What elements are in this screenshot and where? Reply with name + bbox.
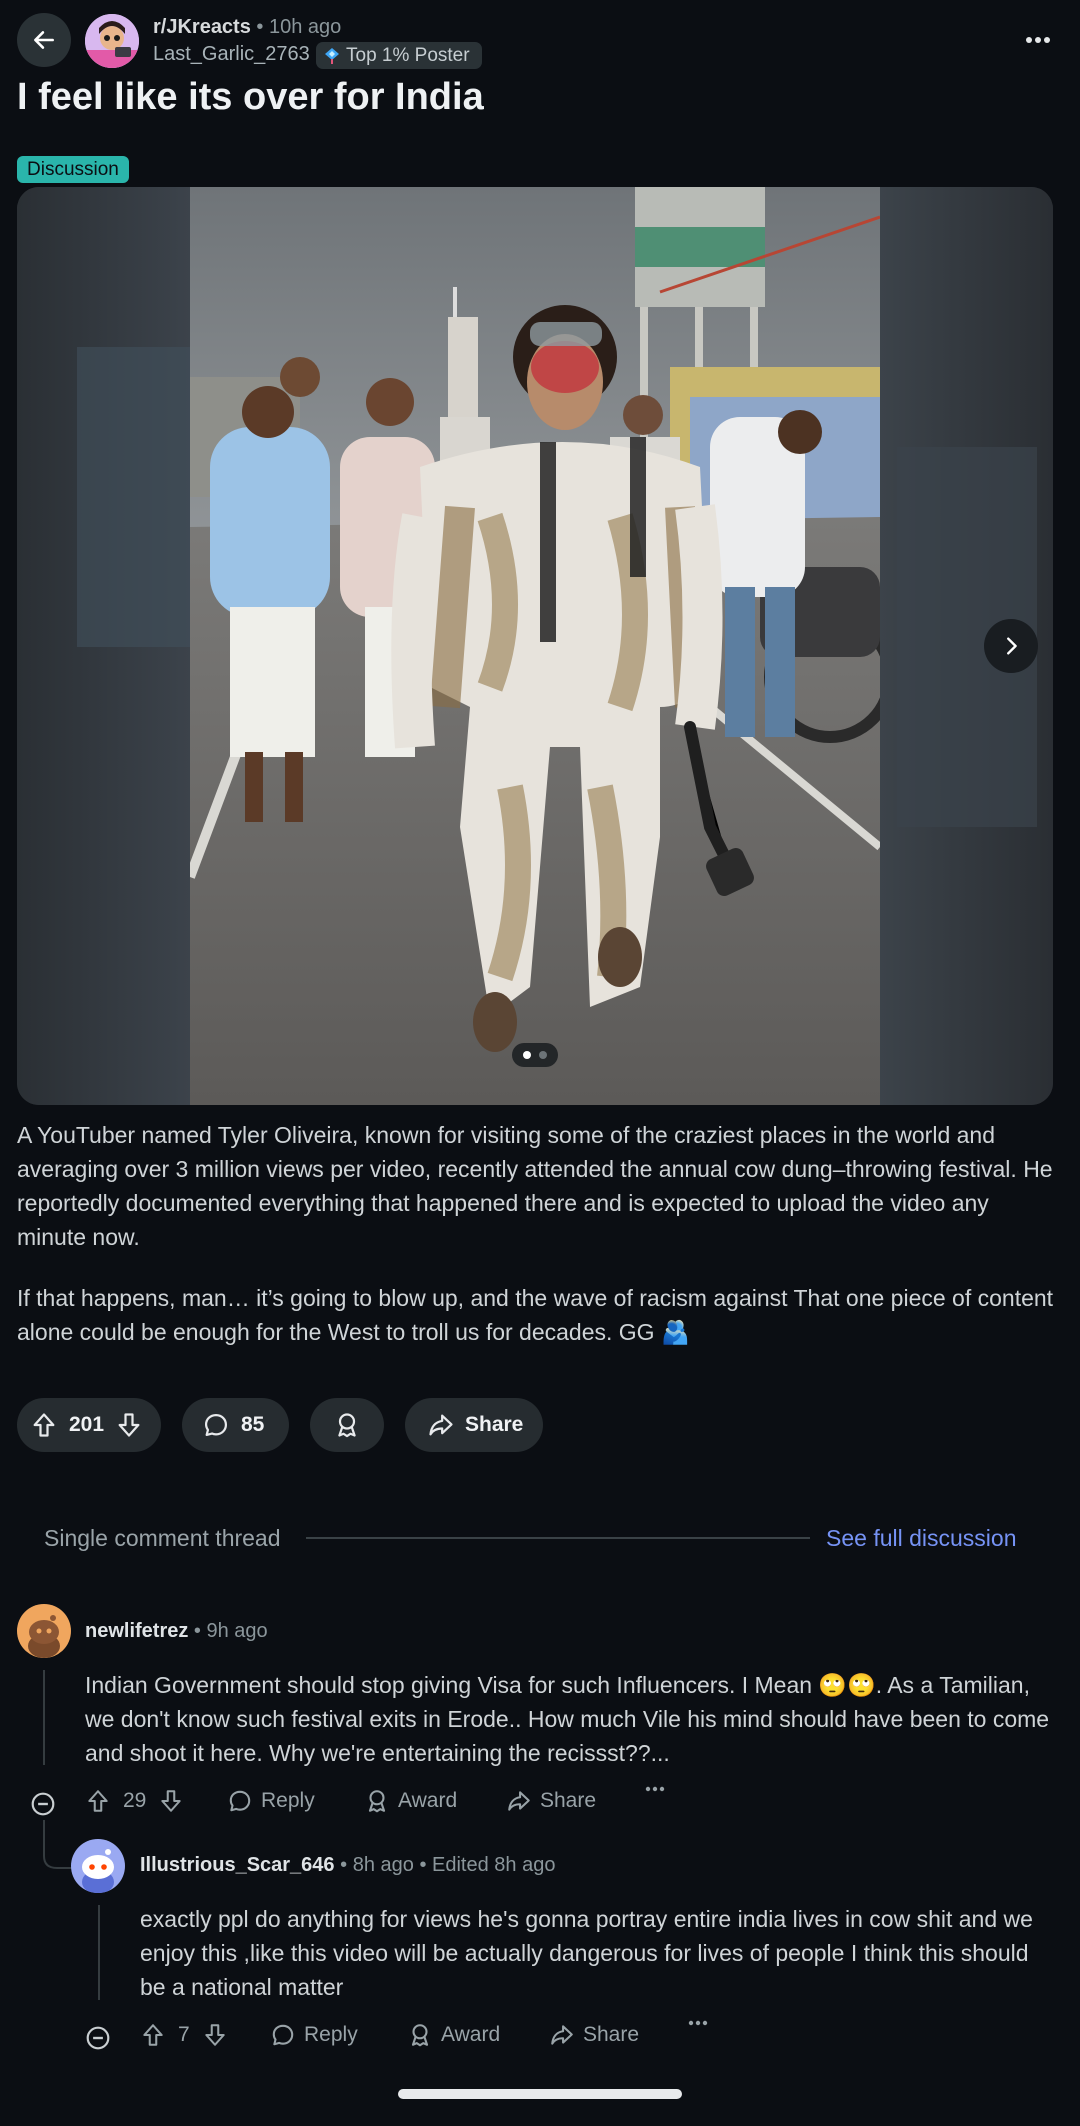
share-button[interactable]: Share: [405, 1398, 543, 1452]
collapse-button[interactable]: [30, 1791, 56, 1817]
downvote-button[interactable]: [158, 1788, 184, 1814]
collapse-button[interactable]: [85, 2025, 111, 2051]
thread-branch: [43, 1848, 73, 1869]
comment-icon: [204, 1413, 228, 1437]
thread-line: [43, 1670, 45, 1765]
award-icon: [368, 1790, 386, 1813]
comment-body: Indian Government should stop giving Vis…: [85, 1672, 1050, 1766]
user-flair: Top 1% Poster: [316, 42, 482, 69]
subreddit-line[interactable]: r/JKreacts • 10h ago: [153, 16, 341, 39]
award-button[interactable]: Award: [407, 2022, 500, 2048]
thread-line: [43, 1820, 45, 1850]
comment-vote-count: 29: [123, 1789, 147, 1812]
more-icon: [1026, 37, 1050, 43]
upvote-button[interactable]: [140, 2022, 166, 2048]
subreddit-name[interactable]: r/JKreacts: [153, 16, 251, 38]
top-poster-icon: [325, 47, 339, 64]
upvote-button[interactable]: [85, 1788, 111, 1814]
downvote-icon: [204, 2024, 225, 2046]
reply-button[interactable]: Reply: [227, 1788, 315, 1814]
comment-username[interactable]: Illustrious_Scar_646: [140, 1854, 335, 1876]
comment-time: 8h ago: [352, 1854, 414, 1876]
separator-dot: •: [193, 1620, 201, 1642]
more-options-button[interactable]: [1008, 25, 1068, 55]
more-icon: [645, 1786, 665, 1792]
comment-body: exactly ppl do anything for views he's g…: [140, 1906, 1033, 2000]
subreddit-avatar[interactable]: [85, 14, 139, 68]
share-icon: [551, 2025, 573, 2045]
upvote-icon: [33, 1413, 55, 1437]
vote-count: 201: [69, 1413, 105, 1436]
award-icon: [411, 2024, 429, 2047]
vote-control: 201: [17, 1398, 161, 1452]
single-thread-label: Single comment thread: [44, 1525, 281, 1551]
post-flair-tag[interactable]: Discussion: [17, 156, 129, 183]
comment-vote-control: 7: [140, 2022, 228, 2048]
comment-header: Illustrious_Scar_646 • 8h ago • Edited 8…: [140, 1854, 555, 1877]
separator-dot: •: [256, 16, 264, 38]
comment-header: newlifetrez • 9h ago: [85, 1620, 268, 1643]
comment-vote-control: 29: [85, 1788, 184, 1814]
comment-icon: [272, 2024, 294, 2046]
share-label: Share: [465, 1413, 524, 1436]
page-dot-active: [523, 1051, 531, 1059]
award-button[interactable]: Award: [364, 1788, 457, 1814]
separator-dot: •: [419, 1854, 427, 1876]
user-flair-label: Top 1% Poster: [346, 44, 470, 66]
post-body-paragraph-2: If that happens, man… it’s going to blow…: [17, 1285, 1054, 1345]
see-full-discussion-link[interactable]: See full discussion: [826, 1525, 1017, 1552]
post-title: I feel like its over for India: [17, 76, 484, 118]
post-time: 10h ago: [268, 16, 342, 38]
carousel-next-button[interactable]: [984, 619, 1038, 673]
post-media-carousel[interactable]: [17, 187, 1053, 1105]
comment-avatar[interactable]: [17, 1604, 71, 1658]
share-button[interactable]: Share: [549, 2022, 639, 2048]
more-icon: [688, 2020, 708, 2026]
award-label: Award: [398, 1789, 458, 1812]
comment-edited: Edited 8h ago: [432, 1854, 556, 1876]
comment-icon: [229, 1790, 251, 1812]
reply-label: Reply: [304, 2023, 358, 2046]
comment-more-button[interactable]: [688, 2020, 708, 2026]
separator-dot: •: [340, 1854, 348, 1876]
post-body-paragraph-1: A YouTuber named Tyler Oliveira, known f…: [17, 1122, 1053, 1250]
back-button[interactable]: [17, 13, 71, 67]
downvote-icon: [118, 1413, 140, 1437]
back-arrow-icon: [34, 31, 54, 49]
share-icon: [508, 1791, 530, 1811]
upvote-button[interactable]: [30, 1411, 58, 1439]
thread-line: [98, 1905, 100, 2000]
comment-avatar[interactable]: [71, 1839, 125, 1893]
reply-label: Reply: [261, 1789, 315, 1812]
post-author[interactable]: Last_Garlic_2763: [153, 43, 310, 66]
comment-username[interactable]: newlifetrez: [85, 1620, 188, 1642]
collapse-icon: [31, 1792, 55, 1816]
upvote-icon: [88, 1790, 108, 1812]
comment-vote-count: 7: [178, 2023, 190, 2046]
downvote-icon: [161, 1790, 182, 1812]
share-label: Share: [540, 1789, 597, 1812]
share-icon: [429, 1414, 453, 1436]
share-button[interactable]: Share: [506, 1788, 596, 1814]
comment-time: 9h ago: [206, 1620, 268, 1642]
comment-count: 85: [241, 1413, 265, 1436]
page-dot: [539, 1051, 547, 1059]
home-indicator[interactable]: [398, 2089, 682, 2099]
post-photo: [190, 187, 880, 1105]
reply-button[interactable]: Reply: [270, 2022, 358, 2048]
chevron-right-icon: [1007, 637, 1017, 655]
downvote-button[interactable]: [202, 2022, 228, 2048]
thread-divider: [306, 1537, 810, 1539]
award-button[interactable]: [310, 1398, 384, 1452]
comment-more-button[interactable]: [645, 1786, 665, 1792]
collapse-icon: [86, 2026, 110, 2050]
share-label: Share: [583, 2023, 640, 2046]
award-label: Award: [441, 2023, 501, 2046]
downvote-button[interactable]: [115, 1411, 143, 1439]
carousel-page-indicator: [512, 1043, 558, 1067]
upvote-icon: [143, 2024, 163, 2046]
award-icon: [338, 1413, 356, 1438]
comments-button[interactable]: 85: [182, 1398, 289, 1452]
